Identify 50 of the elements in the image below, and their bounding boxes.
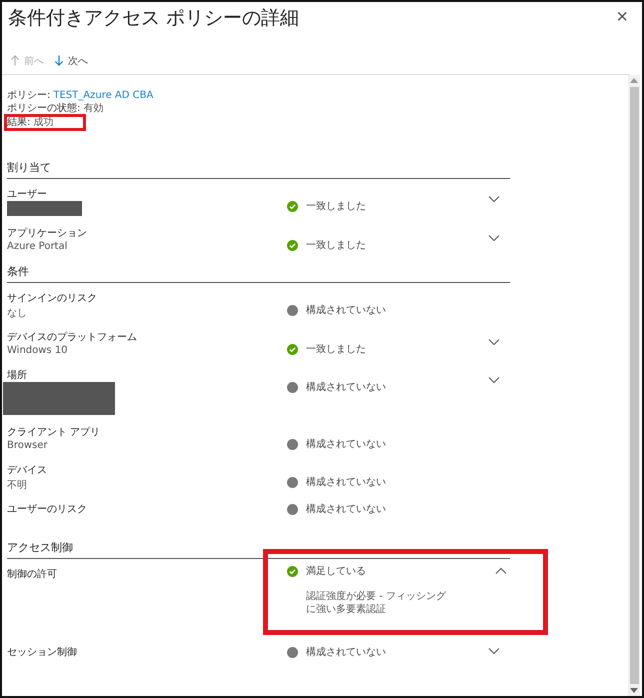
- close-button[interactable]: ×: [616, 7, 628, 27]
- status-text: 満足している: [306, 564, 366, 578]
- row-label: アプリケーション: [7, 226, 88, 240]
- summary-label: 結果:: [7, 117, 30, 128]
- collapse-button[interactable]: [495, 567, 507, 575]
- scroll-up-icon: [630, 78, 638, 83]
- status-text: 構成されていない: [306, 646, 386, 659]
- scroll-thumb[interactable]: [630, 87, 638, 684]
- row-value: なし: [7, 307, 28, 320]
- row-label: クライアント アプリ: [7, 426, 102, 439]
- window-title: 条件付きアクセス ポリシーの詳細: [8, 6, 300, 31]
- status-text: 一致しました: [306, 343, 366, 356]
- scroll-down-icon: [630, 688, 638, 693]
- arrow-down-icon: [54, 54, 64, 67]
- next-button[interactable]: 次へ: [54, 53, 88, 68]
- expand-button[interactable]: [488, 235, 500, 243]
- status-text: 構成されていない: [306, 380, 386, 394]
- status-text: 構成されていない: [306, 476, 386, 489]
- status-text: 一致しました: [306, 239, 366, 252]
- status-text: 構成されていない: [306, 304, 386, 317]
- row-label: セッション制御: [7, 646, 78, 659]
- status-text: 構成されていない: [306, 502, 386, 516]
- row-value: Browser: [7, 440, 49, 451]
- row-value: Azure Portal: [7, 241, 68, 252]
- row-label: デバイスのプラットフォーム: [7, 330, 138, 344]
- row-value: 不明: [7, 479, 28, 492]
- row-label: サインインのリスク: [7, 292, 98, 305]
- policy-link[interactable]: TEST_Azure AD CBA: [53, 90, 154, 101]
- scrollbar[interactable]: [628, 75, 640, 696]
- expand-button[interactable]: [488, 196, 500, 204]
- status-text: 一致しました: [306, 200, 366, 213]
- row-label: ユーザーのリスク: [7, 503, 88, 516]
- summary-label: ポリシーの状態:: [7, 103, 80, 114]
- row-label: デバイス: [7, 464, 48, 477]
- status-text: 構成されていない: [306, 438, 386, 451]
- row-label: 制御の許可: [7, 568, 58, 581]
- expand-button[interactable]: [488, 648, 500, 656]
- arrow-up-icon: [10, 54, 20, 67]
- section-heading: 条件: [7, 264, 510, 283]
- summary-value: 成功: [33, 117, 54, 128]
- summary-value: 有効: [83, 103, 104, 114]
- section-heading: アクセス制御: [7, 540, 510, 559]
- expand-button[interactable]: [488, 377, 500, 385]
- summary-label: ポリシー:: [7, 90, 50, 101]
- expand-button[interactable]: [488, 339, 500, 347]
- row-label: 場所: [7, 368, 28, 382]
- row-value: Windows 10: [7, 345, 69, 356]
- row-label: ユーザー: [7, 188, 48, 201]
- section-heading: 割り当て: [7, 160, 510, 179]
- detail-text: 認証強度が必要 - フィッシングに強い多要素認証: [305, 590, 447, 616]
